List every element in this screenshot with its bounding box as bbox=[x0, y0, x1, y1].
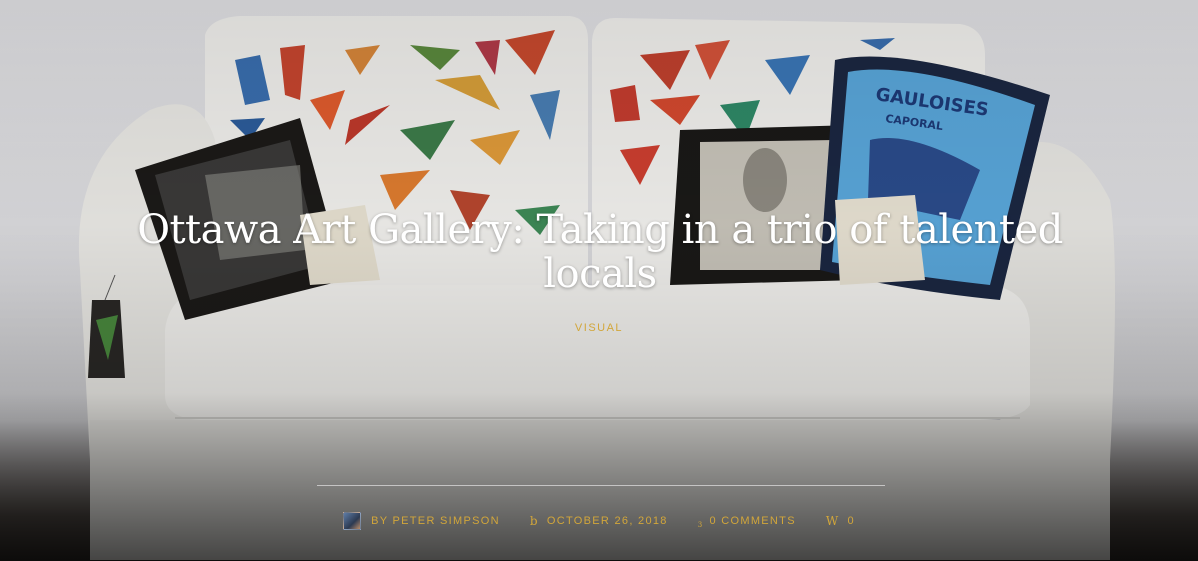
comments-meta: 3 0 COMMENTS bbox=[697, 515, 796, 529]
post-date-link[interactable]: OCTOBER 26, 2018 bbox=[547, 515, 668, 527]
comment-icon: 3 bbox=[697, 521, 704, 529]
calendar-icon: b bbox=[529, 514, 539, 528]
likes-meta[interactable]: W 0 bbox=[826, 514, 855, 528]
author-avatar[interactable] bbox=[343, 512, 362, 530]
comments-link[interactable]: 0 COMMENTS bbox=[710, 515, 796, 527]
category-link[interactable]: VISUAL bbox=[0, 322, 1198, 334]
likes-count: 0 bbox=[847, 515, 855, 527]
post-title: Ottawa Art Gallery: Taking in a trio of … bbox=[137, 207, 1063, 297]
date-meta: b OCTOBER 26, 2018 bbox=[530, 514, 668, 528]
meta-divider bbox=[317, 485, 885, 486]
author-link[interactable]: BY PETER SIMPSON bbox=[371, 515, 500, 527]
post-meta-bar: BY PETER SIMPSON b OCTOBER 26, 2018 3 0 … bbox=[0, 510, 1198, 532]
heart-icon[interactable]: W bbox=[826, 514, 840, 528]
author-meta: BY PETER SIMPSON bbox=[343, 512, 500, 530]
hero-banner: GAULOISES CAPORAL Ottawa Art Gallery: Ta… bbox=[0, 0, 1198, 561]
